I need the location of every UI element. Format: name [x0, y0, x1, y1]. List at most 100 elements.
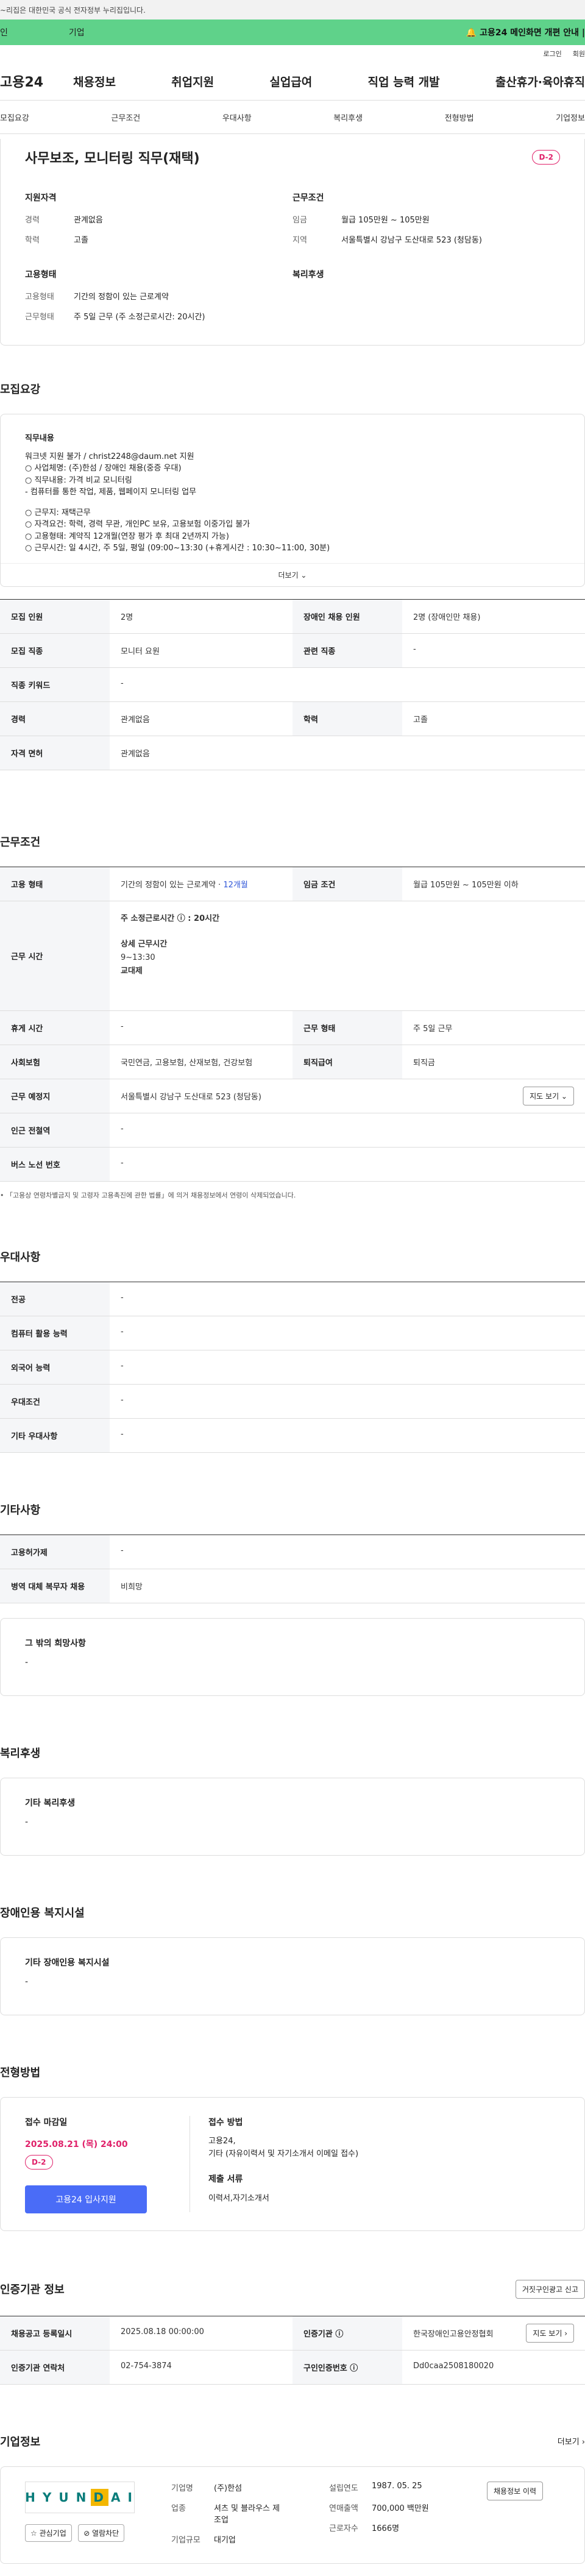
employment-block: 고용형태 고용형태 기간의 정함이 있는 근로계약 근무형태 주 5일 근무 (주 …	[25, 268, 292, 330]
login-link[interactable]: 로그인	[543, 49, 561, 59]
company-name-value: (주)한섬	[214, 2483, 243, 2493]
block-view-button[interactable]: ⊘ 열람차단	[78, 2524, 125, 2542]
employment-heading: 고용형태	[25, 270, 57, 280]
tab-item[interactable]: 우대사항	[222, 112, 252, 123]
job-detail-line: ○ 직무내용: 가격 비교 모니터링	[25, 475, 132, 485]
age-notice: • 「고용상 연령차별금지 및 고령자 고용촉진에 관한 법률」에 의거 채용정…	[0, 1191, 296, 1199]
established-label: 설립연도	[329, 2483, 358, 2493]
tab-item[interactable]: 전형방법	[445, 112, 474, 123]
pref-row: 우대조건 -	[0, 1384, 585, 1419]
gov-notice-bar: ~리집은 대한민국 공식 전자정부 누리집입니다.	[0, 0, 585, 20]
gov-notice-text: ~리집은 대한민국 공식 전자정부 누리집입니다.	[0, 6, 146, 15]
banner-mid-label: 기업	[68, 28, 85, 38]
gnb-menu-item[interactable]: 직업 능력 개발	[368, 73, 440, 90]
gnb-menu-item[interactable]: 출산휴가·육아휴직	[495, 73, 585, 90]
company-size-value: 대기업	[214, 2535, 236, 2545]
reg-date-label: 채용공고 등록일시	[0, 2316, 110, 2350]
etc-table: 고용허가제 - 병역 대체 복무자 채용 비희망	[0, 1534, 585, 1603]
gnb-menu-item[interactable]: 채용정보	[73, 73, 116, 90]
rest-value: -	[121, 1021, 124, 1031]
emp-type-value: 기간의 정함이 있는 근로계약 · 12개월	[110, 867, 292, 901]
rest-label: 휴게 시간	[0, 1010, 110, 1045]
recruit-label: 모집 인원	[0, 599, 110, 633]
recruit-row: 모집 인원 2명 장애인 채용 인원 2명 (장애인만 채용)	[0, 599, 585, 634]
tab-item[interactable]: 복리후생	[333, 112, 363, 123]
work-form-value: 주 5일 근무	[413, 1024, 453, 1034]
welfare-heading: 복리후생	[292, 270, 324, 280]
emp-type-text: 기간의 정함이 있는 근로계약 ·	[121, 880, 221, 890]
welfare-block: 복리후생	[292, 268, 560, 330]
location-value: 서울특별시 강남구 도산대로 523 (청담동)	[121, 1092, 261, 1102]
logo-letter: H	[25, 2489, 38, 2505]
more-button[interactable]: 더보기 ⌄	[1, 562, 584, 586]
summary-card: 사무보조, 모니터링 직무(재택) D-2 지원자격 경력 관계없음 학력 고졸 근…	[0, 139, 585, 346]
shift-type: 교대제	[121, 966, 143, 976]
etc-row: 병역 대체 복무자 채용 비희망	[0, 1569, 585, 1603]
pref-value: -	[121, 1395, 124, 1405]
pref-row: 외국어 능력 -	[0, 1350, 585, 1385]
cond-value: 월급 105만원 ~ 105만원	[341, 216, 430, 225]
severance-value: 퇴직금	[413, 1058, 435, 1068]
disabled-value: -	[25, 1976, 29, 1987]
emp-label: 고용형태	[25, 293, 54, 302]
logo-letter: Y	[42, 2489, 54, 2505]
cert-map-button[interactable]: 지도 보기 ›	[526, 2323, 574, 2343]
gnb-menu-item[interactable]: 실업급여	[269, 73, 312, 90]
job-history-button[interactable]: 채용정보 이력	[487, 2481, 544, 2500]
employees-label: 근로자수	[329, 2524, 358, 2533]
notice-banner[interactable]: 인 기업 🔔 고용24 메인화면 개편 안내 |	[0, 20, 585, 45]
etc-label: 고용허가제	[0, 1535, 110, 1569]
gnb-menu-item[interactable]: 취업지원	[171, 73, 214, 90]
job-detail-line	[25, 499, 560, 507]
process-section-title: 전형방법	[0, 2066, 41, 2079]
process-dday-badge: D-2	[25, 2154, 53, 2170]
welfare-section-title: 복리후생	[0, 1747, 41, 1760]
disabled-card-heading: 기타 장애인용 복지시설	[25, 1957, 110, 1968]
cert-section-title: 인증기관 정보	[0, 2283, 65, 2296]
qual-value: 관계없음	[74, 216, 103, 225]
disabled-section-title: 장애인용 복지시설	[0, 1906, 85, 1920]
false-ad-report-button[interactable]: 거짓구인광고 신고	[515, 2279, 585, 2299]
company-more-link[interactable]: 더보기 ›	[558, 2435, 585, 2447]
pref-label: 기타 우대사항	[0, 1418, 110, 1452]
tab-item[interactable]: 기업정보	[556, 112, 585, 123]
pref-label: 전공	[0, 1282, 110, 1316]
recruit-label: 학력	[292, 701, 402, 736]
recruit-row: 직종 키워드 -	[0, 667, 585, 702]
map-button[interactable]: 지도 보기 ⌄	[523, 1086, 574, 1105]
bus-label: 버스 노선 번호	[0, 1147, 110, 1181]
hours-label: 근무 시간	[0, 901, 110, 1010]
subway-label: 인근 전철역	[0, 1113, 110, 1147]
weekly-hours: 주 소정근로시간 ⓘ : 20시간	[121, 914, 220, 923]
banner-notice-link[interactable]: 🔔 고용24 메인화면 개편 안내 |	[466, 26, 585, 38]
emp-type-months: 12개월	[223, 880, 248, 890]
favorite-company-button[interactable]: ☆ 관심기업	[25, 2524, 72, 2542]
join-link[interactable]: 회원	[573, 49, 585, 59]
pref-label: 우대조건	[0, 1384, 110, 1418]
recruit-label: 관련 직종	[292, 633, 402, 667]
pref-label: 컴퓨터 활용 능력	[0, 1316, 110, 1350]
process-card: 접수 마감일 2025.08.21 (목) 24:00 D-2 고용24 입사지…	[0, 2096, 585, 2231]
wage-label: 임금 조건	[292, 867, 402, 901]
deadline-value: 2025.08.21 (목) 24:00	[25, 2139, 128, 2149]
logo-letter: U	[58, 2489, 71, 2505]
logo-letter: I	[127, 2489, 135, 2505]
disabled-card: 기타 장애인용 복지시설 -	[0, 1937, 585, 2015]
cond-value: 서울특별시 강남구 도산대로 523 (청담동)	[341, 236, 482, 245]
tab-item[interactable]: 모집요강	[0, 112, 29, 123]
recruit-cell: 모집 인원 2명	[0, 599, 292, 633]
work-section-title: 근무조건	[0, 836, 41, 849]
docs-label: 제출 서류	[208, 2174, 243, 2185]
recruit-value: 모니터 요원	[121, 647, 160, 656]
company-section-title: 기업정보	[0, 2435, 41, 2449]
qual-value: 고졸	[74, 236, 88, 245]
docs-value: 이력서,자기소개서	[208, 2193, 269, 2203]
site-logo[interactable]: 고용24	[0, 71, 73, 91]
reg-date-value: 2025.08.18 00:00:00	[121, 2327, 204, 2336]
company-name-label: 기업명	[171, 2483, 193, 2493]
condition-heading: 근무조건	[292, 193, 324, 203]
recruit-cell: 학력 고졸	[292, 701, 585, 736]
emp-label: 근무형태	[25, 313, 54, 322]
tab-item[interactable]: 근무조건	[111, 112, 140, 123]
apply-button[interactable]: 고용24 입사지원	[25, 2185, 147, 2213]
